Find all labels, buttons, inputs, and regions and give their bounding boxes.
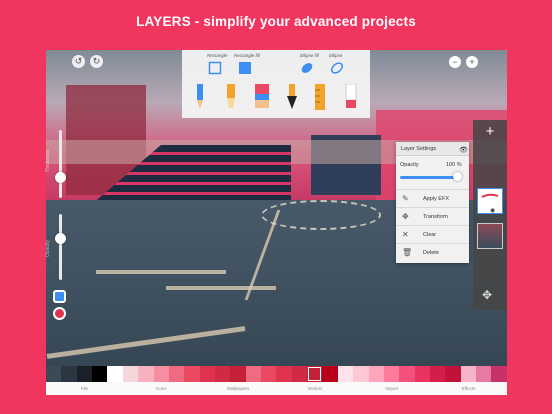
color-drop-icon[interactable] bbox=[53, 307, 66, 320]
rectangle-fill-icon[interactable] bbox=[238, 61, 252, 75]
opacity-value: 100 % bbox=[446, 162, 462, 168]
court-line bbox=[261, 200, 381, 230]
tool-panel: Rectangle Rectangle fill Ellipse fill El… bbox=[182, 50, 370, 118]
delete-button[interactable]: 🗑 Delete bbox=[396, 243, 469, 261]
color-swatch[interactable] bbox=[476, 366, 492, 382]
layer-opacity-knob[interactable] bbox=[453, 172, 462, 181]
zoom-in-button[interactable]: + bbox=[466, 56, 478, 68]
tab-vectors[interactable]: Vectors bbox=[276, 382, 353, 395]
tab-icons[interactable]: Icons bbox=[123, 382, 200, 395]
eraser-icon[interactable] bbox=[344, 84, 358, 110]
color-swatch[interactable] bbox=[199, 366, 215, 382]
color-swatch[interactable] bbox=[383, 366, 400, 382]
brush-opacity-caption: Opacity bbox=[45, 240, 51, 257]
color-swatch[interactable] bbox=[92, 366, 108, 382]
pen-nib-icon[interactable] bbox=[285, 84, 299, 110]
color-swatch[interactable] bbox=[445, 366, 461, 382]
redo-button[interactable]: ↻ bbox=[90, 55, 103, 68]
move-icon: ✥ bbox=[402, 212, 409, 221]
marker-icon[interactable] bbox=[224, 84, 238, 110]
ruler-icon[interactable] bbox=[313, 84, 327, 110]
trash-icon: 🗑 bbox=[402, 248, 413, 257]
brush-size-caption: Thickness bbox=[45, 150, 51, 173]
move-icon[interactable]: ✥ bbox=[482, 288, 492, 302]
transform-button[interactable]: ✥ Transform bbox=[396, 207, 469, 225]
clear-button[interactable]: ✕ Clear bbox=[396, 225, 469, 243]
color-swatch[interactable] bbox=[214, 366, 231, 382]
layer-settings-popup: Layer Settings 👁 Opacity 100 % ✎ Apply E… bbox=[396, 142, 469, 263]
opacity-label: Opacity bbox=[400, 162, 419, 168]
color-swatch[interactable] bbox=[429, 366, 446, 382]
brush-size-knob[interactable] bbox=[55, 172, 66, 183]
apply-efx-button[interactable]: ✎ Apply EFX bbox=[396, 189, 469, 207]
color-swatch[interactable] bbox=[230, 366, 246, 382]
brush-size-slider[interactable] bbox=[59, 130, 62, 198]
shape-label: Ellipse bbox=[329, 53, 343, 58]
color-swatch[interactable] bbox=[261, 366, 277, 382]
popup-title: Layer Settings bbox=[401, 146, 437, 152]
color-swatch[interactable] bbox=[153, 366, 169, 382]
layer-visibility-icon[interactable]: ◉ bbox=[490, 207, 495, 214]
bottom-tab-bar: File Icons Wallpapers Vectors Import Eff… bbox=[46, 382, 507, 395]
add-layer-button[interactable]: + bbox=[473, 120, 507, 143]
color-swatch[interactable] bbox=[276, 366, 292, 382]
court-line bbox=[96, 270, 226, 274]
layer-thumbnail-photo[interactable] bbox=[477, 223, 503, 249]
close-icon: ✕ bbox=[402, 230, 409, 239]
shape-label: Ellipse fill bbox=[300, 53, 319, 58]
popup-header: Layer Settings 👁 bbox=[396, 142, 469, 156]
eye-icon[interactable]: 👁 bbox=[459, 146, 468, 154]
shape-label: Rectangle fill bbox=[234, 53, 260, 58]
color-swatch[interactable] bbox=[138, 366, 154, 382]
tab-import[interactable]: Import bbox=[353, 382, 430, 395]
color-palette bbox=[46, 366, 507, 382]
color-swatch[interactable] bbox=[337, 366, 354, 382]
menu-label: Transform bbox=[423, 214, 448, 220]
color-swatch[interactable] bbox=[368, 366, 384, 382]
menu-label: Apply EFX bbox=[423, 196, 449, 202]
pen-icon: ✎ bbox=[402, 194, 409, 203]
shape-label: Rectangle bbox=[207, 53, 228, 58]
brush-icon[interactable] bbox=[255, 84, 269, 110]
menu-label: Delete bbox=[423, 250, 439, 256]
banner-title: LAYERS - simplify your advanced projects bbox=[136, 14, 416, 29]
color-swatch[interactable] bbox=[460, 366, 477, 382]
color-swatch[interactable] bbox=[291, 366, 308, 382]
layer-opacity-slider[interactable] bbox=[400, 176, 460, 179]
brush-opacity-slider[interactable] bbox=[59, 214, 62, 280]
color-swatch[interactable] bbox=[107, 366, 123, 382]
color-swatch[interactable] bbox=[307, 366, 323, 382]
color-swatch[interactable] bbox=[168, 366, 185, 382]
pencil-icon[interactable] bbox=[193, 84, 207, 110]
undo-button[interactable]: ↺ bbox=[72, 55, 85, 68]
color-swatch[interactable] bbox=[61, 366, 77, 382]
color-swatch[interactable] bbox=[491, 366, 507, 382]
color-picker-button[interactable] bbox=[53, 290, 66, 303]
color-swatch[interactable] bbox=[322, 366, 338, 382]
color-swatch[interactable] bbox=[414, 366, 430, 382]
color-swatch[interactable] bbox=[184, 366, 200, 382]
menu-label: Clear bbox=[423, 232, 437, 238]
color-swatch[interactable] bbox=[76, 366, 93, 382]
rectangle-icon[interactable] bbox=[208, 61, 222, 75]
tab-wallpapers[interactable]: Wallpapers bbox=[200, 382, 277, 395]
color-swatch[interactable] bbox=[46, 366, 62, 382]
color-swatch[interactable] bbox=[399, 366, 415, 382]
color-swatch[interactable] bbox=[122, 366, 139, 382]
ellipse-fill-icon[interactable] bbox=[300, 61, 314, 75]
ellipse-icon[interactable] bbox=[330, 61, 344, 75]
color-swatch[interactable] bbox=[353, 366, 369, 382]
tab-effects[interactable]: Effects bbox=[430, 382, 507, 395]
color-swatch[interactable] bbox=[245, 366, 262, 382]
tab-file[interactable]: File bbox=[46, 382, 123, 395]
court-line bbox=[166, 286, 276, 290]
zoom-out-button[interactable]: − bbox=[449, 56, 461, 68]
